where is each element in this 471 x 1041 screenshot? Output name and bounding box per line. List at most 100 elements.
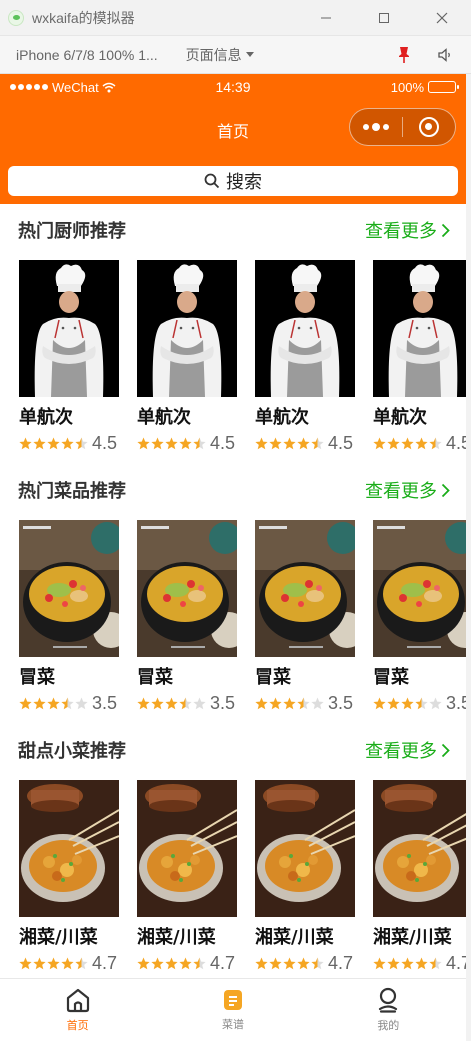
phone-screen: WeChat 14:39 100% 首页 搜索 热门厨师推荐 查看更多 单航次 … xyxy=(0,74,466,1041)
maximize-button[interactable] xyxy=(355,0,413,36)
rating-score: 4.5 xyxy=(210,432,236,453)
chef-card[interactable]: 单航次 4.5 xyxy=(255,260,355,453)
card-scroller[interactable]: 湘菜/川菜 4.7 湘菜/川菜 4.7 湘菜/川菜 4.7 湘菜/川菜 4.7 xyxy=(0,780,466,978)
dish-photo xyxy=(255,520,355,657)
search-bar: 搜索 xyxy=(0,160,466,204)
rating-score: 4.5 xyxy=(328,432,354,453)
window-title: wxkaifa的模拟器 xyxy=(32,9,135,26)
dish-photo xyxy=(373,520,466,657)
dish-photo xyxy=(373,780,466,917)
tab-profile[interactable]: 我的 xyxy=(311,979,466,1041)
section-skewers: 甜点小菜推荐 查看更多 湘菜/川菜 4.7 湘菜/川菜 4.7 湘菜/川菜 4.7 湘菜/川菜 4… xyxy=(0,724,466,978)
card-scroller[interactable]: 单航次 4.5 单航次 4.5 单航次 4.5 单航次 4.5 xyxy=(0,260,466,460)
more-menu-button[interactable] xyxy=(350,109,402,145)
chef-card[interactable]: 单航次 4.5 xyxy=(19,260,119,453)
section-chef: 热门厨师推荐 查看更多单航次 4.5 单航次 4.5 单航次 4.5 单航次 4.5 xyxy=(0,204,466,464)
rating-row: 4.7 xyxy=(137,953,237,973)
star-rating xyxy=(137,697,206,710)
dish-card[interactable]: 冒菜 3.5 xyxy=(137,520,237,713)
section-title: 甜点小菜推荐 xyxy=(18,741,126,762)
minimize-button[interactable] xyxy=(297,0,355,36)
card-name: 冒菜 xyxy=(137,667,173,688)
view-more-link[interactable]: 查看更多 xyxy=(365,217,450,243)
page-info-label: 页面信息 xyxy=(185,47,242,64)
dish-photo xyxy=(137,780,237,917)
status-bar: WeChat 14:39 100% xyxy=(0,74,466,100)
section-header: 热门菜品推荐 查看更多 xyxy=(18,478,450,502)
close-button[interactable] xyxy=(413,0,471,36)
nav-bar: 首页 xyxy=(0,100,466,160)
rating-score: 3.5 xyxy=(328,692,354,713)
view-more-link[interactable]: 查看更多 xyxy=(365,737,450,763)
section-title: 热门厨师推荐 xyxy=(18,221,126,242)
rating-score: 3.5 xyxy=(446,692,466,713)
dish-card[interactable]: 湘菜/川菜 4.7 xyxy=(137,780,237,973)
section-header: 热门厨师推荐 查看更多 xyxy=(18,218,450,242)
star-rating xyxy=(137,437,206,450)
home-content: 热门厨师推荐查看更多单航次4.5单航次4.5单航次4.5单航次4.5热门菜品推荐… xyxy=(0,204,466,978)
tab-bar: 首页 菜谱 我的 xyxy=(0,978,466,1041)
star-rating xyxy=(19,437,88,450)
chevron-right-icon xyxy=(441,223,450,237)
mini-program-capsule xyxy=(349,108,456,146)
rating-row: 4.5 xyxy=(373,433,466,453)
chef-photo xyxy=(137,260,237,397)
dish-card[interactable]: 冒菜 3.5 xyxy=(255,520,355,713)
device-selector[interactable]: iPhone 6/7/8 100% 1... xyxy=(16,47,158,63)
rating-row: 4.7 xyxy=(255,953,355,973)
dish-card[interactable]: 湘菜/川菜 4.7 xyxy=(19,780,119,973)
rating-row: 3.5 xyxy=(373,693,466,713)
star-rating xyxy=(19,697,88,710)
card-name: 单航次 xyxy=(19,407,73,428)
rating-row: 4.7 xyxy=(19,953,119,973)
dish-card[interactable]: 湘菜/川菜 4.7 xyxy=(255,780,355,973)
battery-icon xyxy=(428,81,459,93)
tab-recipes[interactable]: 菜谱 xyxy=(155,979,310,1041)
rating-row: 4.5 xyxy=(255,433,355,453)
speaker-icon[interactable] xyxy=(437,47,453,63)
chef-card[interactable]: 单航次 4.5 xyxy=(373,260,466,453)
status-time: 14:39 xyxy=(215,79,251,95)
rating-score: 4.5 xyxy=(92,432,118,453)
dish-photo xyxy=(19,520,119,657)
search-icon xyxy=(204,173,220,189)
pin-icon[interactable] xyxy=(397,46,411,64)
card-scroller[interactable]: 冒菜 3.5 冒菜 3.5 冒菜 3.5 冒菜 3.5 xyxy=(0,520,466,720)
more-dots-icon xyxy=(363,123,389,131)
dish-card[interactable]: 冒菜 3.5 xyxy=(373,520,466,713)
card-name: 湘菜/川菜 xyxy=(255,927,334,948)
section-header: 甜点小菜推荐 查看更多 xyxy=(18,738,450,762)
profile-icon xyxy=(379,987,398,1013)
rating-row: 3.5 xyxy=(19,693,119,713)
search-input[interactable]: 搜索 xyxy=(8,166,458,196)
dish-photo xyxy=(255,780,355,917)
search-label: 搜索 xyxy=(226,172,262,193)
rating-row: 3.5 xyxy=(255,693,355,713)
section-soup: 热门菜品推荐 查看更多冒菜 3.5 冒菜 3.5 冒菜 3.5 冒菜 3.5 xyxy=(0,464,466,724)
rating-score: 4.7 xyxy=(446,952,466,973)
target-icon xyxy=(419,117,439,137)
rating-score: 4.7 xyxy=(92,952,118,973)
tab-recipes-label: 菜谱 xyxy=(221,1018,244,1031)
page-info-dropdown[interactable]: 页面信息 xyxy=(186,45,254,65)
section-title: 热门菜品推荐 xyxy=(18,481,126,502)
card-name: 冒菜 xyxy=(373,667,409,688)
exit-mini-program-button[interactable] xyxy=(403,109,455,145)
rating-score: 4.7 xyxy=(328,952,354,973)
dish-card[interactable]: 冒菜 3.5 xyxy=(19,520,119,713)
card-name: 冒菜 xyxy=(255,667,291,688)
card-name: 单航次 xyxy=(255,407,309,428)
star-rating xyxy=(255,697,324,710)
rating-score: 4.7 xyxy=(210,952,236,973)
tab-home[interactable]: 首页 xyxy=(0,979,155,1041)
card-name: 湘菜/川菜 xyxy=(19,927,98,948)
rating-score: 3.5 xyxy=(92,692,118,713)
chef-photo xyxy=(255,260,355,397)
app-logo-icon xyxy=(8,9,24,26)
view-more-link[interactable]: 查看更多 xyxy=(365,477,450,503)
chef-card[interactable]: 单航次 4.5 xyxy=(137,260,237,453)
dish-card[interactable]: 湘菜/川菜 4.7 xyxy=(373,780,466,973)
minimize-icon xyxy=(321,17,331,18)
caret-down-icon xyxy=(245,51,254,57)
rating-score: 3.5 xyxy=(210,692,236,713)
